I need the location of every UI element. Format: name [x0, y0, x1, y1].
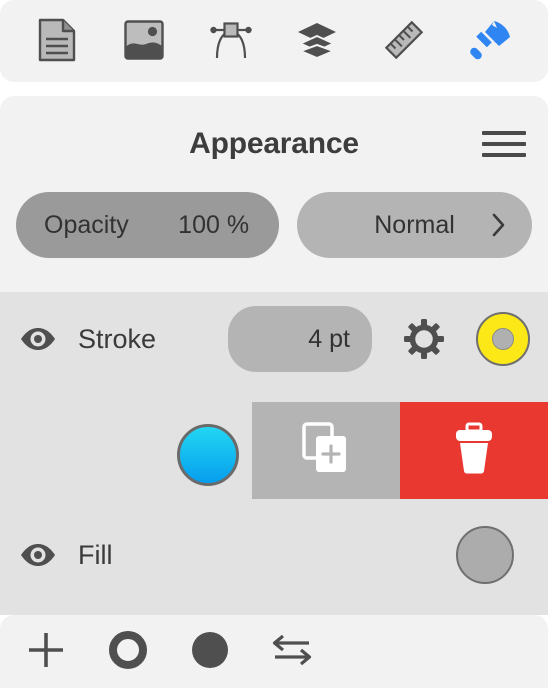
appearance-panel-app: Appearance Opacity 100 % Normal Stroke 4…	[0, 0, 548, 688]
fill-circle-icon	[189, 629, 231, 674]
stroke-visibility-eye-icon[interactable]	[18, 319, 58, 359]
stroke-width-field[interactable]: 4 pt	[228, 306, 372, 372]
add-icon	[25, 629, 67, 674]
opacity-label: Opacity	[44, 210, 129, 239]
page-title: Appearance	[189, 127, 359, 160]
secondary-color-swatch[interactable]	[177, 424, 239, 486]
fill-row: Fill	[0, 508, 548, 602]
stroke-actions-row	[0, 402, 548, 499]
document-icon	[37, 18, 77, 65]
stroke-row: Stroke 4 pt	[0, 292, 548, 386]
chevron-right-icon	[492, 213, 506, 237]
fill-mode-button[interactable]	[182, 624, 238, 680]
layers-icon	[296, 21, 338, 62]
panel-header: Appearance	[0, 96, 548, 192]
blend-mode-control[interactable]: Normal	[297, 192, 532, 258]
opacity-control[interactable]: Opacity 100 %	[16, 192, 280, 258]
tool-node[interactable]	[203, 13, 259, 69]
paintbrush-icon	[469, 19, 512, 64]
duplicate-button[interactable]	[252, 402, 400, 499]
appearance-controls: Opacity 100 % Normal	[0, 192, 548, 258]
duplicate-icon	[300, 420, 352, 481]
stroke-mode-button[interactable]	[100, 624, 156, 680]
gear-icon[interactable]	[398, 313, 450, 365]
ruler-icon	[382, 18, 426, 65]
stroke-label: Stroke	[78, 323, 157, 354]
stroke-color-swatch[interactable]	[476, 312, 530, 366]
tool-document[interactable]	[29, 13, 85, 69]
fill-visibility-eye-icon[interactable]	[18, 535, 58, 575]
image-icon	[124, 19, 164, 63]
hamburger-menu-icon[interactable]	[482, 127, 526, 161]
fill-label: Fill	[78, 539, 113, 570]
delete-button[interactable]	[400, 402, 548, 499]
swap-icon	[269, 630, 315, 673]
fill-color-swatch[interactable]	[456, 526, 514, 584]
blend-mode-value: Normal	[374, 210, 455, 239]
node-icon	[208, 20, 254, 63]
opacity-value: 100 %	[178, 210, 250, 239]
properties-body: Stroke 4 pt Fill	[0, 292, 548, 615]
tool-layers[interactable]	[289, 13, 345, 69]
swap-button[interactable]	[264, 624, 320, 680]
stroke-swatch-hole	[492, 328, 514, 350]
bottom-toolbar	[0, 615, 548, 688]
appearance-section: Appearance Opacity 100 % Normal	[0, 96, 548, 292]
tool-ruler[interactable]	[376, 13, 432, 69]
add-button[interactable]	[18, 624, 74, 680]
top-toolbar	[0, 0, 548, 82]
trash-icon	[452, 422, 496, 479]
stroke-ring-icon	[107, 629, 149, 674]
tool-image[interactable]	[116, 13, 172, 69]
tool-paintbrush[interactable]	[463, 13, 519, 69]
